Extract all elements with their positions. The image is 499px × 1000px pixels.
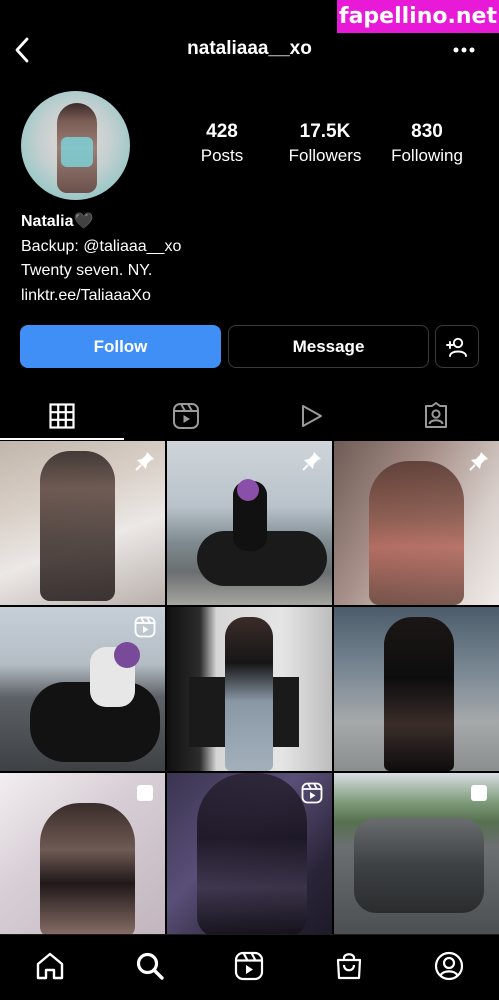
stat-posts[interactable]: 428 Posts — [184, 121, 260, 166]
multi-photo-icon — [137, 785, 153, 801]
nav-reels[interactable] — [232, 949, 266, 983]
profile-bio: Natalia🖤 Backup: @taliaaa__xo Twenty sev… — [21, 210, 181, 308]
tab-tagged[interactable] — [374, 392, 498, 440]
multi-photo-icon — [471, 785, 487, 801]
multi-photo-badge — [134, 782, 156, 804]
profile-header: nataliaaa__xo — [0, 30, 499, 70]
pinned-badge — [468, 450, 490, 472]
reel-badge — [134, 616, 156, 638]
nav-profile[interactable] — [432, 949, 466, 983]
stat-label: Posts — [200, 146, 244, 165]
pin-icon — [469, 452, 488, 471]
video-play-icon — [302, 405, 322, 427]
search-icon — [136, 952, 164, 980]
avatar[interactable] — [21, 91, 130, 200]
message-button[interactable]: Message — [228, 325, 429, 368]
reel-badge — [301, 782, 323, 804]
stat-value: 428 — [206, 121, 238, 142]
stat-label: Following — [391, 146, 463, 165]
post-tile[interactable] — [167, 607, 332, 771]
nav-shop[interactable] — [332, 949, 366, 983]
add-user-icon — [446, 337, 467, 357]
bottom-navigation — [0, 934, 499, 1000]
content-tabs — [0, 392, 499, 440]
stat-following[interactable]: 830 Following — [384, 121, 470, 166]
post-tile[interactable] — [334, 773, 499, 937]
stat-followers[interactable]: 17.5K Followers — [280, 121, 370, 166]
bio-link[interactable]: linktr.ee/TaliaaaXo — [21, 284, 181, 309]
tab-videos[interactable] — [249, 392, 373, 440]
multi-photo-badge — [468, 782, 490, 804]
profile-icon — [434, 951, 464, 981]
more-icon — [453, 47, 475, 53]
reels-icon — [234, 951, 264, 981]
home-icon — [36, 952, 64, 980]
post-tile[interactable] — [0, 441, 165, 605]
nav-search[interactable] — [133, 949, 167, 983]
post-tile[interactable] — [0, 607, 165, 771]
pinned-badge — [301, 450, 323, 472]
watermark: fapellino.net — [337, 0, 499, 33]
active-tab-indicator — [0, 438, 124, 440]
pin-icon — [302, 452, 321, 471]
tab-reels[interactable] — [124, 392, 248, 440]
nav-home[interactable] — [33, 949, 67, 983]
more-options-button[interactable] — [449, 36, 479, 64]
shop-icon — [336, 953, 362, 980]
post-tile[interactable] — [334, 441, 499, 605]
bio-line: Twenty seven. NY. — [21, 262, 153, 279]
stat-label: Followers — [288, 146, 362, 165]
pin-icon — [135, 452, 154, 471]
display-name: Natalia🖤 — [21, 213, 94, 230]
page-title: nataliaaa__xo — [187, 38, 312, 59]
post-tile[interactable] — [167, 773, 332, 937]
tagged-icon — [425, 402, 447, 428]
tab-posts[interactable] — [0, 392, 124, 440]
stat-value: 830 — [411, 121, 443, 142]
profile-actions: Follow Message — [20, 325, 479, 368]
bio-line[interactable]: Backup: @taliaaa__xo — [21, 235, 181, 260]
reels-icon — [134, 616, 156, 638]
reels-icon — [301, 782, 323, 804]
post-tile[interactable] — [167, 441, 332, 605]
posts-grid — [0, 441, 499, 937]
posts-grid-icon — [49, 403, 75, 429]
suggest-users-button[interactable] — [435, 325, 479, 368]
reels-icon — [173, 403, 199, 429]
post-tile[interactable] — [334, 607, 499, 771]
follow-button[interactable]: Follow — [20, 325, 221, 368]
pinned-badge — [134, 450, 156, 472]
stat-value: 17.5K — [299, 121, 351, 142]
post-tile[interactable] — [0, 773, 165, 937]
